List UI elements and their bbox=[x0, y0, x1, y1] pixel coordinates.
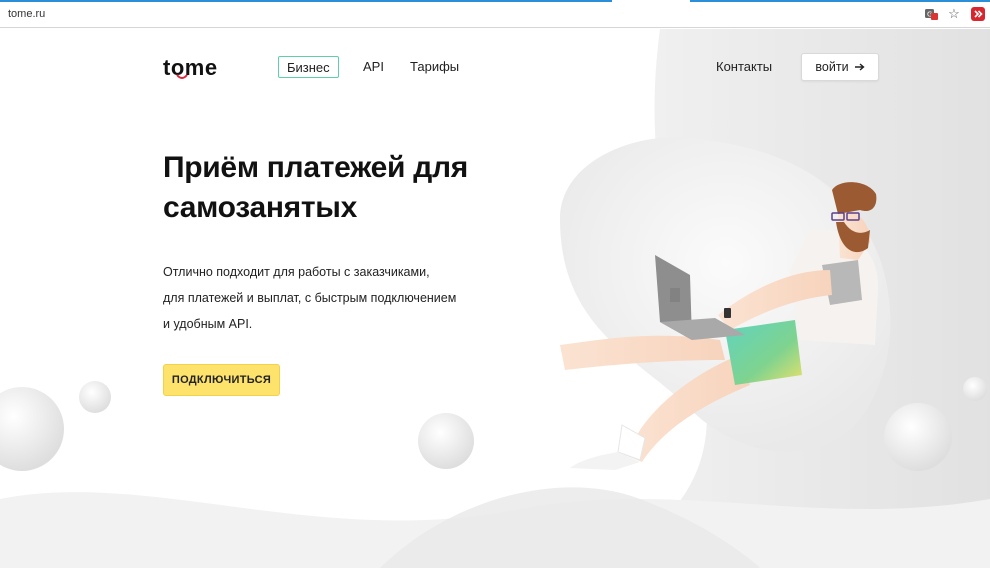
page-load-indicator bbox=[0, 0, 612, 2]
hero-title-line-1: Приём платежей для bbox=[163, 151, 468, 184]
login-button[interactable]: войти bbox=[801, 53, 879, 81]
translate-icon[interactable]: G bbox=[923, 6, 939, 22]
nav-contacts[interactable]: Контакты bbox=[716, 59, 772, 74]
hero-description: Отлично подходит для работы с заказчикам… bbox=[163, 259, 483, 337]
login-button-label: войти bbox=[815, 60, 849, 74]
bookmark-star-icon[interactable]: ☆ bbox=[946, 6, 962, 22]
nav-tariffs[interactable]: Тарифы bbox=[410, 59, 459, 74]
hero-illustration bbox=[560, 182, 879, 470]
hero-desc-line-1: Отлично подходит для работы с заказчикам… bbox=[163, 265, 430, 279]
connect-button[interactable]: ПОДКЛЮЧИТЬСЯ bbox=[163, 364, 280, 396]
logo[interactable]: tome bbox=[163, 55, 218, 81]
browser-toolbar: tome.ru G ☆ bbox=[0, 0, 990, 28]
hero-title: Приём платежей для самозанятых bbox=[163, 148, 523, 228]
nav-api[interactable]: API bbox=[363, 59, 384, 74]
logo-smile-icon bbox=[176, 74, 188, 79]
hero-title-line-2: самозанятых bbox=[163, 191, 357, 224]
nav-business[interactable]: Бизнес bbox=[278, 56, 339, 78]
page-load-indicator-right bbox=[690, 0, 990, 2]
extension-icon[interactable] bbox=[970, 6, 986, 22]
hero-desc-line-2: для платежей и выплат, с быстрым подключ… bbox=[163, 291, 457, 305]
arrow-right-icon bbox=[854, 63, 865, 71]
hero-desc-line-3: и удобным API. bbox=[163, 317, 253, 331]
address-bar-url[interactable]: tome.ru bbox=[8, 8, 45, 20]
